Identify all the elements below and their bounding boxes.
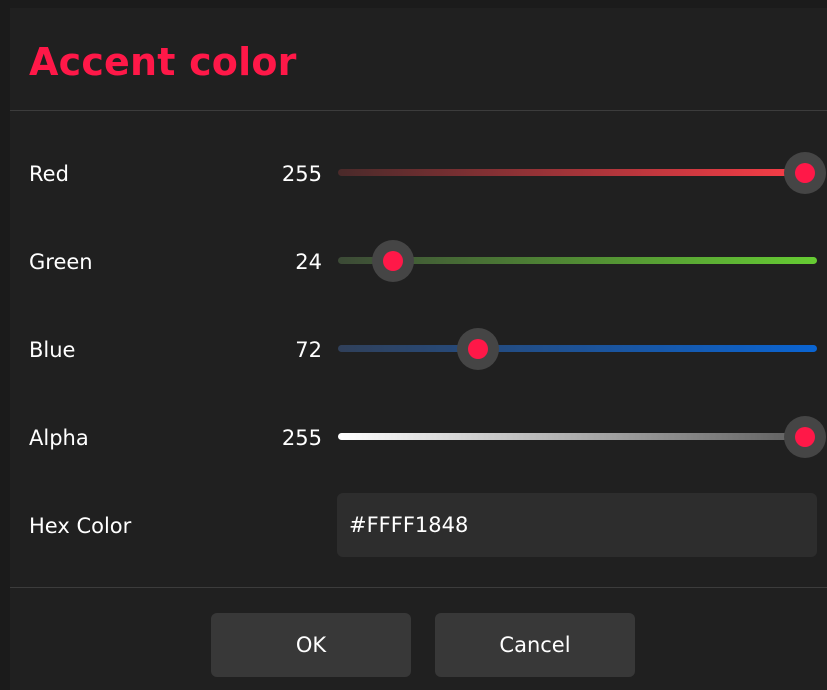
alpha-value: 255 (281, 426, 322, 450)
header-divider (10, 110, 827, 111)
red-slider-track (338, 169, 817, 176)
alpha-slider-track (338, 433, 817, 440)
green-slider-thumb-dot (382, 251, 403, 271)
ok-button[interactable]: OK (211, 613, 411, 677)
alpha-label: Alpha (29, 426, 89, 450)
blue-value: 72 (295, 338, 322, 362)
accent-color-dialog: Accent color Red 255 Green 24 Blue 72 Al… (10, 8, 827, 690)
red-value: 255 (281, 162, 322, 186)
red-label: Red (29, 162, 69, 186)
blue-label: Blue (29, 338, 76, 362)
blue-slider[interactable] (338, 328, 817, 370)
cancel-button[interactable]: Cancel (435, 613, 635, 677)
blue-slider-thumb[interactable] (457, 328, 500, 370)
footer-divider (10, 587, 827, 588)
green-slider-thumb[interactable] (371, 240, 414, 282)
hex-color-input[interactable] (337, 493, 817, 557)
green-label: Green (29, 250, 93, 274)
green-slider[interactable] (338, 240, 817, 282)
alpha-slider-thumb[interactable] (784, 416, 826, 458)
alpha-slider-thumb-dot (795, 427, 815, 447)
green-value: 24 (295, 250, 322, 274)
red-slider[interactable] (338, 152, 826, 194)
alpha-slider[interactable] (338, 416, 826, 458)
red-slider-thumb[interactable] (784, 152, 826, 194)
blue-slider-track (338, 345, 817, 352)
dialog-title: Accent color (29, 40, 297, 84)
hex-color-label: Hex Color (29, 514, 132, 538)
red-slider-thumb-dot (795, 163, 815, 183)
blue-slider-thumb-dot (468, 339, 489, 359)
